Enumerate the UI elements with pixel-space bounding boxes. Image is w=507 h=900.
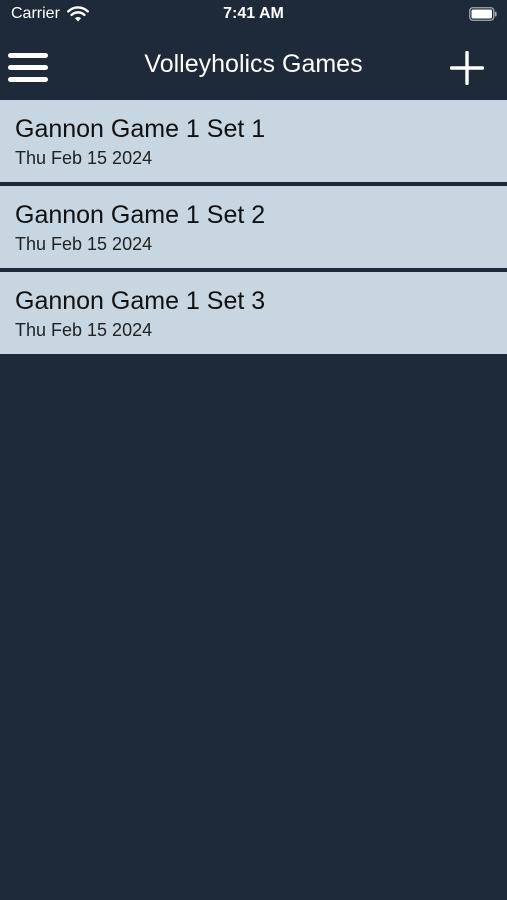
status-bar: Carrier 7:41 AM	[0, 0, 507, 32]
game-date: Thu Feb 15 2024	[15, 234, 153, 254]
game-name: Gannon Game 1 Set 1	[15, 115, 266, 143]
game-date: Thu Feb 15 2024	[15, 320, 153, 340]
game-date: Thu Feb 15 2024	[15, 148, 153, 168]
game-list: Gannon Game 1 Set 1 Thu Feb 15 2024 Gann…	[0, 100, 507, 358]
plus-icon[interactable]	[449, 50, 485, 86]
game-name: Gannon Game 1 Set 2	[15, 201, 266, 229]
nav-bar: Volleyholics Games	[0, 32, 507, 100]
game-list-item[interactable]: Gannon Game 1 Set 3 Thu Feb 15 2024	[0, 272, 507, 354]
status-time: 7:41 AM	[223, 5, 284, 22]
game-list-item[interactable]: Gannon Game 1 Set 2 Thu Feb 15 2024	[0, 186, 507, 268]
game-name: Gannon Game 1 Set 3	[15, 287, 266, 315]
page-title: Volleyholics Games	[144, 50, 363, 78]
battery-icon	[469, 7, 497, 21]
game-list-item[interactable]: Gannon Game 1 Set 1 Thu Feb 15 2024	[0, 100, 507, 182]
